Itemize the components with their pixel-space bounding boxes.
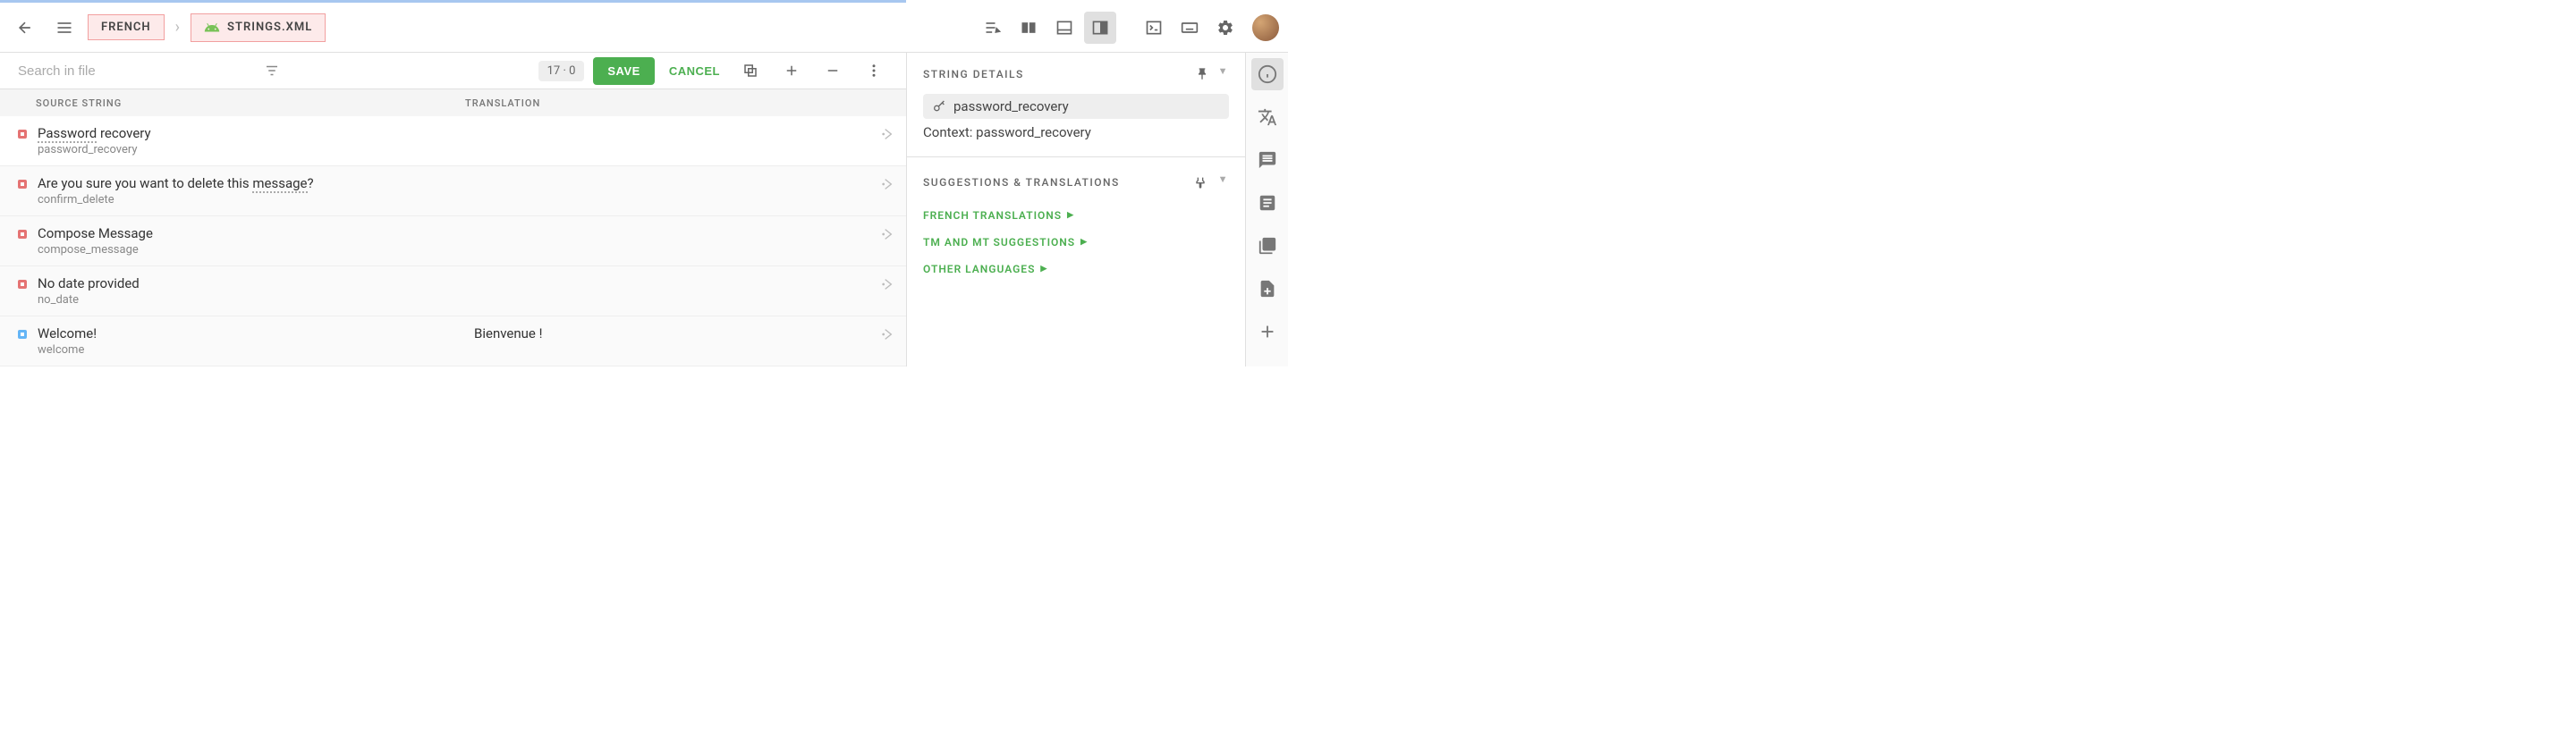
chevron-right-icon: ▶: [1040, 265, 1047, 274]
menu-button[interactable]: [48, 12, 80, 44]
count-badge: 17 · 0: [538, 61, 585, 81]
status-dot: [18, 280, 27, 289]
minus-icon[interactable]: [817, 55, 849, 87]
translation-text: [474, 275, 870, 307]
row-action-icon[interactable]: [870, 275, 906, 307]
column-translation-header: TRANSLATION: [465, 97, 906, 109]
table-row[interactable]: Are you sure you want to delete this mes…: [0, 166, 906, 216]
source-text: Are you sure you want to delete this mes…: [38, 175, 474, 191]
table-row[interactable]: Welcome! welcomeBienvenue !: [0, 316, 906, 366]
file-add-icon[interactable]: [1251, 273, 1284, 305]
source-key: password_recovery: [38, 143, 474, 156]
chevron-right-icon: ›: [172, 18, 183, 37]
pin-icon[interactable]: [1193, 65, 1211, 83]
translation-text: [474, 225, 870, 257]
suggestion-link[interactable]: FRENCH TRANSLATIONS▶: [907, 202, 1245, 229]
keyboard-icon[interactable]: [1174, 12, 1206, 44]
source-key: compose_message: [38, 243, 474, 257]
android-icon: [204, 20, 220, 36]
save-button[interactable]: SAVE: [593, 57, 654, 85]
gear-icon[interactable]: [1209, 12, 1241, 44]
status-dot: [18, 180, 27, 189]
string-key-value: password_recovery: [953, 98, 1069, 114]
source-text: Compose Message: [38, 225, 474, 241]
source-key: confirm_delete: [38, 193, 474, 206]
suggestions-title: SUGGESTIONS & TRANSLATIONS: [923, 176, 1120, 189]
view-bottom-icon[interactable]: [1048, 12, 1080, 44]
source-key: no_date: [38, 293, 474, 307]
pin-outline-icon[interactable]: [1191, 173, 1209, 191]
chevron-down-icon[interactable]: ▼: [1218, 65, 1229, 83]
translation-text: [474, 175, 870, 206]
translation-text: [474, 125, 870, 156]
search-input[interactable]: [18, 63, 258, 79]
column-source-header: SOURCE STRING: [0, 97, 465, 109]
string-context: Context: password_recovery: [907, 124, 1245, 156]
row-action-icon[interactable]: [870, 175, 906, 206]
suggestion-link[interactable]: OTHER LANGUAGES▶: [907, 256, 1245, 282]
breadcrumb-file[interactable]: STRINGS.XML: [191, 13, 326, 42]
view-side-icon[interactable]: [1084, 12, 1116, 44]
more-icon[interactable]: [858, 55, 890, 87]
copy-icon[interactable]: [734, 55, 767, 87]
status-dot: [18, 130, 27, 139]
chevron-right-icon: ▶: [1080, 238, 1088, 247]
table-row[interactable]: Compose Message compose_message: [0, 216, 906, 266]
translation-text: Bienvenue !: [474, 325, 870, 357]
status-dot: [18, 230, 27, 239]
string-key-chip: password_recovery: [923, 94, 1229, 119]
row-action-icon[interactable]: [870, 325, 906, 357]
breadcrumb-language-label: FRENCH: [101, 21, 151, 34]
cancel-button[interactable]: CANCEL: [664, 57, 725, 85]
avatar[interactable]: [1252, 14, 1279, 41]
view-columns-icon[interactable]: [1013, 12, 1045, 44]
breadcrumb-language[interactable]: FRENCH: [88, 14, 165, 40]
source-key: welcome: [38, 343, 474, 357]
breadcrumb-file-label: STRINGS.XML: [227, 21, 312, 34]
details-title: STRING DETAILS: [923, 68, 1024, 80]
add-icon[interactable]: [1251, 316, 1284, 348]
chevron-right-icon: ▶: [1067, 211, 1074, 220]
library-icon[interactable]: [1251, 230, 1284, 262]
notes-icon[interactable]: [1251, 187, 1284, 219]
status-dot: [18, 330, 27, 339]
edit-list-icon[interactable]: [977, 12, 1009, 44]
filter-icon[interactable]: [258, 55, 286, 87]
source-text: Welcome!: [38, 325, 474, 341]
chevron-down-icon[interactable]: ▼: [1218, 173, 1229, 191]
key-icon: [932, 99, 946, 114]
table-row[interactable]: No date provided no_date: [0, 266, 906, 316]
table-row[interactable]: Password recovery password_recovery: [0, 116, 906, 166]
terminal-icon[interactable]: [1138, 12, 1170, 44]
row-action-icon[interactable]: [870, 225, 906, 257]
row-action-icon[interactable]: [870, 125, 906, 156]
comment-icon[interactable]: [1251, 144, 1284, 176]
translate-icon[interactable]: [1251, 101, 1284, 133]
info-icon[interactable]: [1251, 58, 1284, 90]
suggestion-link[interactable]: TM AND MT SUGGESTIONS▶: [907, 229, 1245, 256]
source-text: No date provided: [38, 275, 474, 291]
plus-icon[interactable]: [775, 55, 808, 87]
back-button[interactable]: [9, 12, 41, 44]
source-text: Password recovery: [38, 125, 474, 141]
